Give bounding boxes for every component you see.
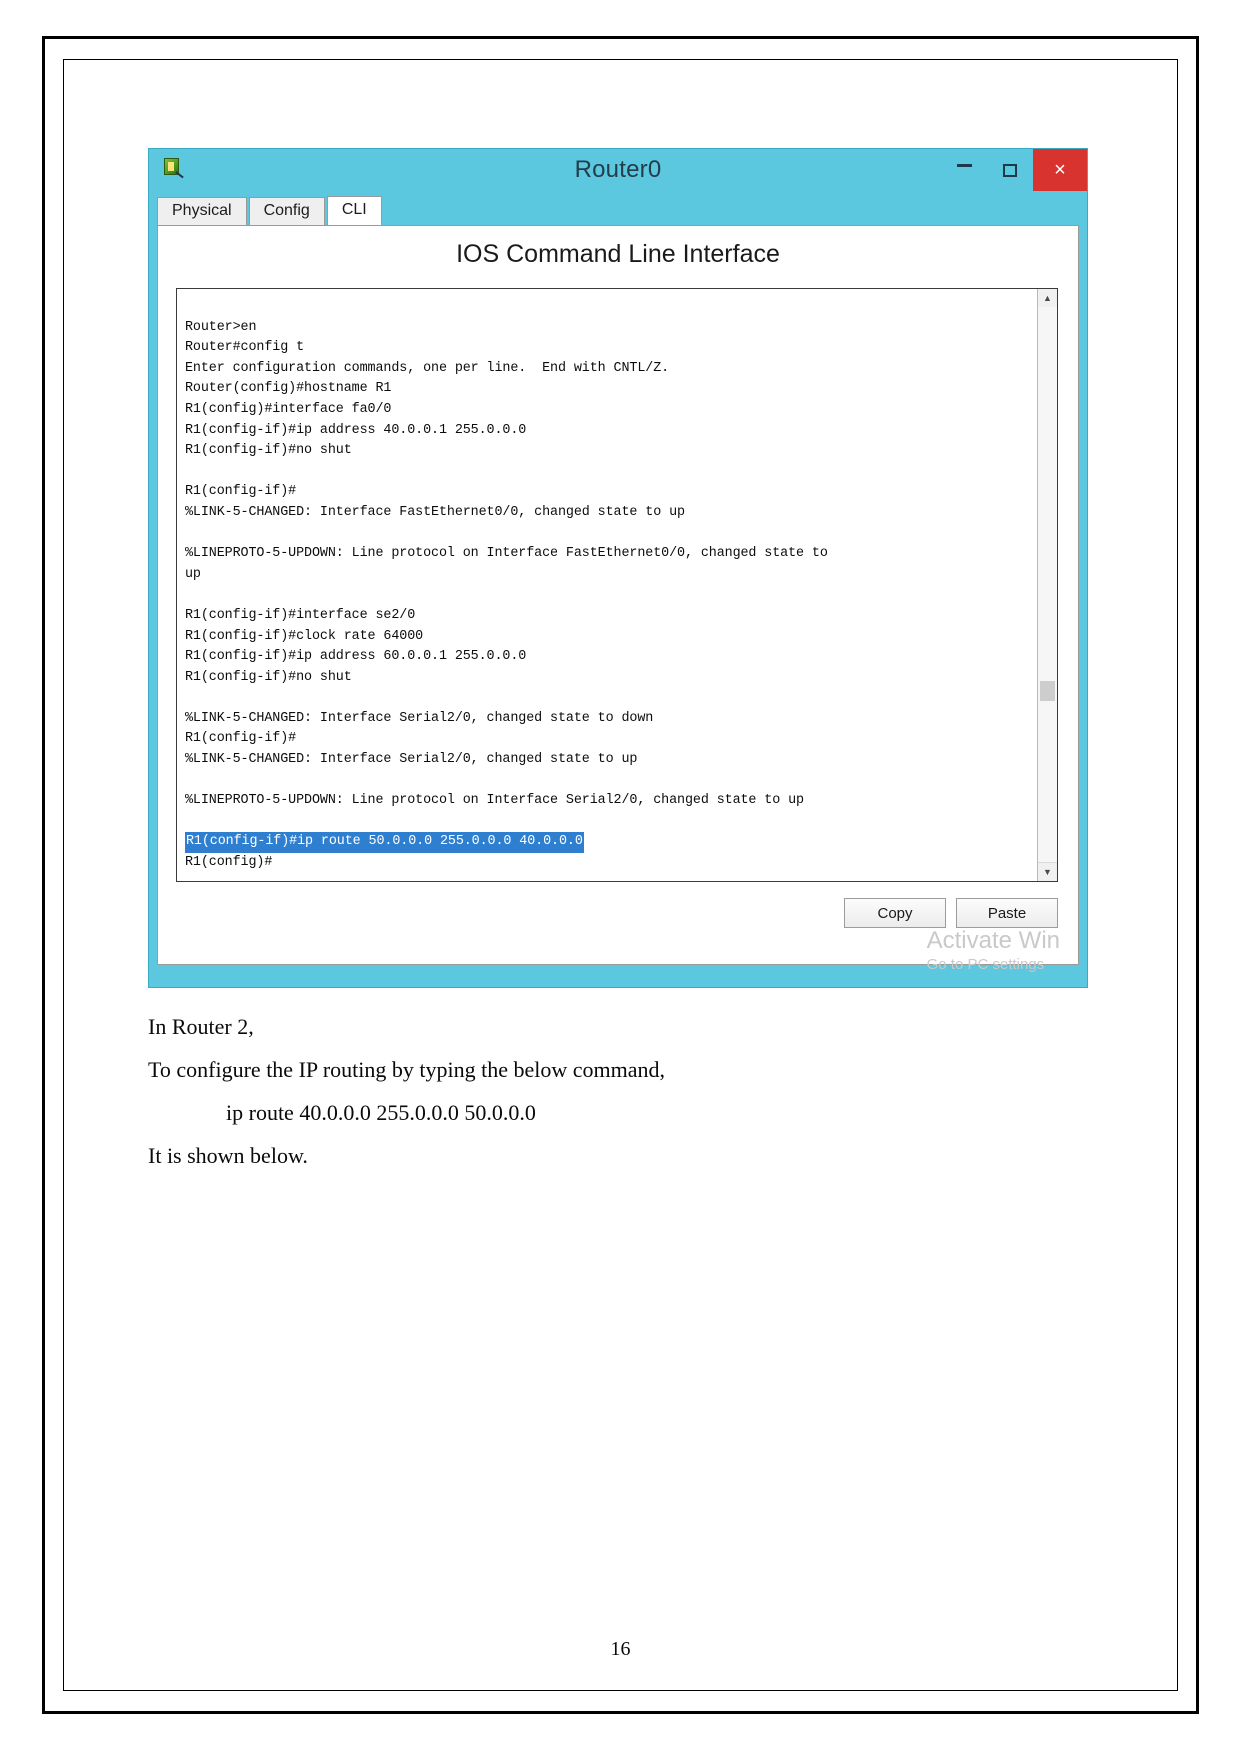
tab-config[interactable]: Config	[248, 196, 325, 225]
paste-button[interactable]: Paste	[956, 898, 1058, 928]
terminal-line-text: Router#config t	[185, 340, 305, 356]
tab-physical[interactable]: Physical	[157, 196, 247, 225]
terminal-line-text: %LINEPROTO-5-UPDOWN: Line protocol on In…	[185, 546, 828, 562]
terminal-line	[185, 524, 1031, 545]
minimize-button[interactable]	[941, 149, 987, 191]
terminal-line-text: R1(config-if)#clock rate 64000	[185, 628, 424, 644]
terminal-scrollbar[interactable]: ▲ ▼	[1037, 289, 1057, 881]
terminal-line-text: R1(config-if)#interface se2/0	[185, 607, 416, 623]
terminal-line-text: %LINK-5-CHANGED: Interface Serial2/0, ch…	[185, 710, 654, 726]
scrollbar-track[interactable]	[1038, 307, 1057, 863]
terminal-line-text	[185, 814, 193, 829]
terminal-line: R1(config-if)#no shut	[185, 668, 1031, 689]
terminal-line-text: up	[185, 566, 201, 582]
cli-heading: IOS Command Line Interface	[456, 240, 780, 268]
terminal-line-text	[185, 464, 193, 479]
scroll-up-icon[interactable]: ▲	[1038, 289, 1057, 308]
window-titlebar: Router0 ×	[149, 149, 1087, 191]
copy-button[interactable]: Copy	[844, 898, 946, 928]
minimize-icon	[956, 164, 972, 167]
terminal-line-text: %LINEPROTO-5-UPDOWN: Line protocol on In…	[185, 793, 804, 809]
terminal-line: R1(config-if)#	[185, 729, 1031, 750]
terminal-line: R1(config)#	[185, 853, 1031, 874]
terminal-line-text: R1(config-if)#	[185, 731, 297, 747]
terminal-line-selected: R1(config-if)#ip route 50.0.0.0 255.0.0.…	[185, 832, 584, 854]
router-cli-window: Router0 × Physical Config CLI IOS Comman…	[148, 148, 1088, 988]
terminal-line-text: %LINK-5-CHANGED: Interface FastEthernet0…	[185, 504, 685, 520]
maximize-icon	[1003, 163, 1017, 177]
terminal-line: R1(config-if)#ip route 50.0.0.0 255.0.0.…	[185, 832, 1031, 854]
tab-cli[interactable]: CLI	[326, 195, 382, 225]
terminal-line-text: R1(config-if)#	[185, 484, 297, 500]
terminal-output[interactable]: Router>en Router#config t Enter configurat…	[177, 289, 1037, 881]
terminal-line: Router(config)#hostname R1	[185, 379, 1031, 400]
terminal-line-text: Router>en	[185, 319, 257, 335]
document-paragraph: To configure the IP routing by typing th…	[148, 1057, 665, 1082]
page-number: 16	[610, 1638, 631, 1660]
terminal-line: up	[185, 565, 1031, 586]
terminal-line-text: Enter configuration commands, one per li…	[185, 360, 670, 376]
terminal-line: Router>en	[185, 318, 1031, 339]
terminal-line-text: R1(config)#	[185, 855, 273, 871]
terminal-line-text: Router(config)#hostname R1	[185, 381, 392, 397]
terminal-container: Router>en Router#config t Enter configurat…	[176, 288, 1058, 882]
terminal-line: %LINK-5-CHANGED: Interface FastEthernet0…	[185, 503, 1031, 524]
terminal-line-text	[185, 773, 193, 788]
terminal-line-text	[185, 587, 193, 602]
terminal-line-text: R1(config-if)#ip address 40.0.0.1 255.0.…	[185, 422, 527, 438]
terminal-line	[185, 688, 1031, 709]
scrollbar-thumb[interactable]	[1040, 681, 1055, 701]
terminal-line	[185, 812, 1031, 833]
terminal-line: R1(config-if)#interface se2/0	[185, 606, 1031, 627]
terminal-line: R1(config-if)#no shut	[185, 441, 1031, 462]
terminal-line-text: R1(config-if)#no shut	[185, 443, 352, 459]
terminal-line-text	[185, 526, 193, 541]
maximize-button[interactable]	[987, 149, 1033, 191]
window-controls: ×	[941, 149, 1087, 191]
terminal-line-text	[185, 299, 193, 314]
terminal-line: %LINK-5-CHANGED: Interface Serial2/0, ch…	[185, 709, 1031, 730]
watermark-line-1: Activate Win	[926, 927, 1060, 954]
tab-strip: Physical Config CLI	[157, 195, 1079, 225]
activate-windows-watermark: Activate Win Go to PC settings	[927, 928, 1060, 974]
terminal-line: R1(config-if)#ip address 40.0.0.1 255.0.…	[185, 421, 1031, 442]
document-paragraph: It is shown below.	[148, 1143, 308, 1168]
terminal-line: R1(config-if)#ip address 60.0.0.1 255.0.…	[185, 647, 1031, 668]
terminal-line: R1(config-if)#	[185, 482, 1031, 503]
watermark-line-2: Go to PC settings	[926, 956, 1045, 973]
window-body: IOS Command Line Interface Router>en Rout…	[157, 225, 1079, 973]
terminal-line	[185, 771, 1031, 792]
terminal-line: %LINEPROTO-5-UPDOWN: Line protocol on In…	[185, 544, 1031, 565]
terminal-line: Enter configuration commands, one per li…	[185, 359, 1031, 380]
terminal-line: %LINEPROTO-5-UPDOWN: Line protocol on In…	[185, 791, 1031, 812]
document-paragraph: ip route 40.0.0.0 255.0.0.0 50.0.0.0	[226, 1100, 536, 1125]
close-button[interactable]: ×	[1033, 149, 1087, 191]
terminal-line-text: R1(config)#interface fa0/0	[185, 401, 392, 417]
terminal-line-text: R1(config-if)#no shut	[185, 669, 352, 685]
document-paragraph: In Router 2,	[148, 1014, 254, 1039]
terminal-line	[185, 585, 1031, 606]
terminal-line	[185, 297, 1031, 318]
scroll-down-icon[interactable]: ▼	[1038, 862, 1057, 881]
terminal-line: Router#config t	[185, 338, 1031, 359]
terminal-line: %LINK-5-CHANGED: Interface Serial2/0, ch…	[185, 750, 1031, 771]
terminal-line-text: R1(config-if)#ip address 60.0.0.1 255.0.…	[185, 649, 527, 665]
terminal-line-text: %LINK-5-CHANGED: Interface Serial2/0, ch…	[185, 752, 638, 768]
terminal-line-text	[185, 690, 193, 705]
terminal-line	[185, 462, 1031, 483]
document-body-text: In Router 2, To configure the IP routing …	[148, 1005, 1048, 1177]
terminal-line: R1(config)#interface fa0/0	[185, 400, 1031, 421]
terminal-actions: Copy Paste	[844, 898, 1058, 928]
terminal-line: R1(config-if)#clock rate 64000	[185, 627, 1031, 648]
